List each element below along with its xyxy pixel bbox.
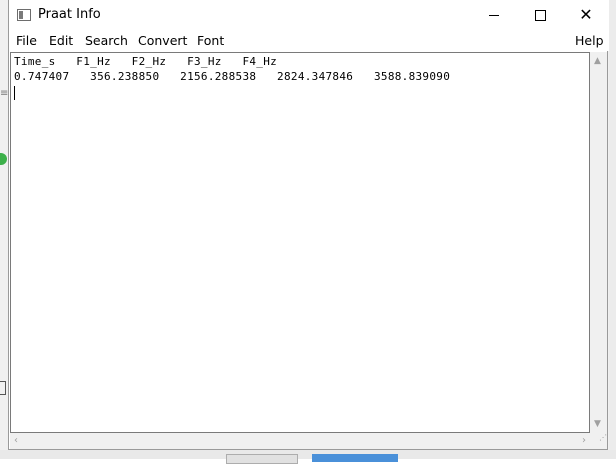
background-window-edge xyxy=(609,0,616,459)
minimize-icon xyxy=(489,14,499,16)
background-list-icon: ≡ xyxy=(0,88,9,99)
background-primary-button xyxy=(312,454,398,462)
menu-bar: File Edit Search Convert Font Help xyxy=(9,31,609,51)
window-title: Praat Info xyxy=(38,7,101,22)
vertical-scrollbar[interactable]: ▲ ▼ xyxy=(590,52,607,433)
scroll-down-icon[interactable]: ▼ xyxy=(594,419,601,429)
maximize-icon xyxy=(534,9,546,21)
scroll-right-icon[interactable]: › xyxy=(582,435,586,446)
background-box-icon xyxy=(0,381,6,395)
info-text-area[interactable]: Time_s F1_Hz F2_Hz F3_Hz F4_Hz 0.747407 … xyxy=(10,52,590,433)
background-button xyxy=(226,454,298,464)
title-bar[interactable]: Praat Info ✕ xyxy=(9,0,609,31)
scroll-up-icon[interactable]: ▲ xyxy=(594,56,601,66)
close-button[interactable]: ✕ xyxy=(563,0,609,30)
minimize-button[interactable] xyxy=(471,0,517,30)
menu-file[interactable]: File xyxy=(16,33,37,48)
maximize-button[interactable] xyxy=(517,0,563,30)
info-data-line: 0.747407 356.238850 2156.288538 2824.347… xyxy=(14,70,451,83)
menu-search[interactable]: Search xyxy=(85,33,128,48)
praat-info-icon xyxy=(17,9,31,21)
menu-convert[interactable]: Convert xyxy=(138,33,187,48)
resize-grip-icon[interactable]: ⋰ xyxy=(590,433,607,449)
close-icon: ✕ xyxy=(579,5,593,24)
info-header-line: Time_s F1_Hz F2_Hz F3_Hz F4_Hz xyxy=(14,55,278,68)
text-caret xyxy=(14,86,15,100)
menu-help[interactable]: Help xyxy=(575,33,604,48)
praat-info-window: Praat Info ✕ File Edit Search Convert Fo… xyxy=(8,0,609,450)
scroll-left-icon[interactable]: ‹ xyxy=(14,435,18,446)
menu-edit[interactable]: Edit xyxy=(49,33,73,48)
menu-font[interactable]: Font xyxy=(197,33,224,48)
horizontal-scrollbar[interactable]: ‹ › xyxy=(10,433,590,449)
background-window-bottom xyxy=(0,450,616,459)
